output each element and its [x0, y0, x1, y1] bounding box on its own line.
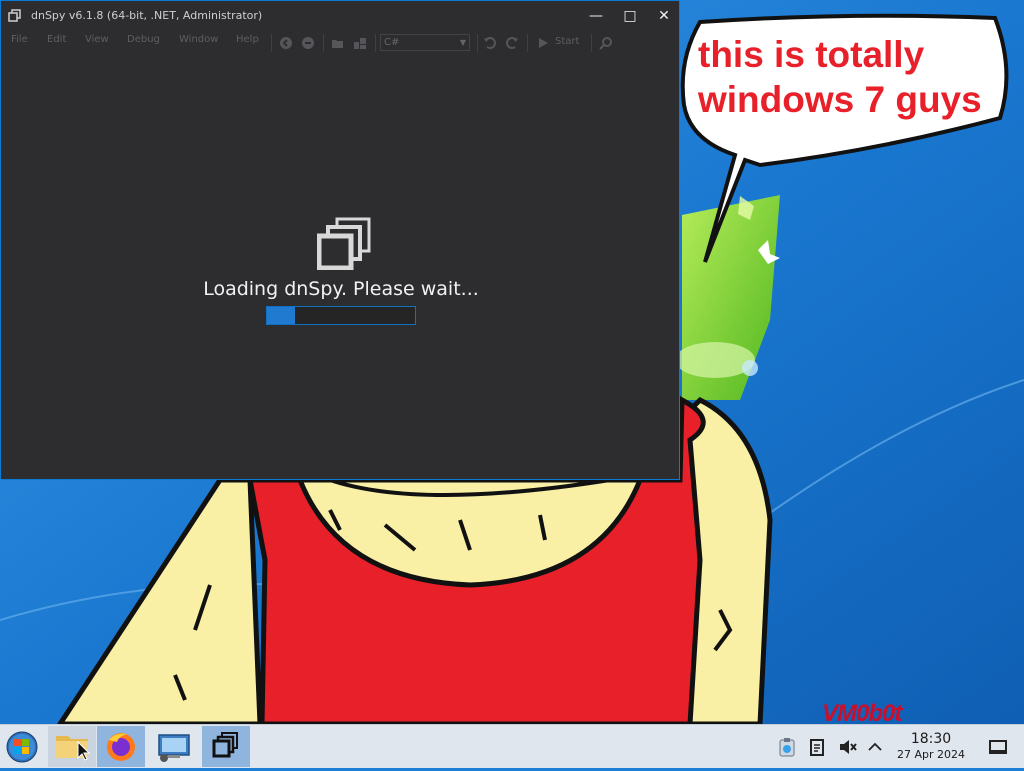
menu-debug[interactable]: Debug: [127, 34, 160, 45]
volume-muted-icon[interactable]: [838, 737, 858, 757]
minimize-button[interactable]: —: [579, 1, 613, 31]
show-hidden-icon[interactable]: [866, 737, 884, 757]
progress-fill: [267, 307, 296, 324]
toolbar-separator: [477, 34, 478, 52]
remote-desktop-icon: [158, 734, 190, 762]
open-icon[interactable]: [331, 36, 345, 50]
language-value: C#: [384, 37, 400, 48]
open-list-icon[interactable]: [353, 36, 367, 50]
toolbar-separator: [591, 34, 592, 52]
clock-date[interactable]: 27 Apr 2024: [890, 748, 972, 761]
file-explorer-icon: [56, 736, 91, 761]
desktop-icon[interactable]: [988, 737, 1008, 757]
back-icon[interactable]: [279, 36, 293, 50]
start-button[interactable]: [0, 726, 48, 767]
toolbar-separator: [323, 34, 324, 52]
dnspy-icon: [212, 732, 238, 758]
taskbar: 18:30 27 Apr 2024: [0, 724, 1024, 768]
loading-message: Loading dnSpy. Please wait...: [203, 278, 479, 300]
chevron-down-icon: ▼: [459, 38, 466, 47]
search-icon[interactable]: [599, 36, 613, 50]
speech-bubble-text: this is totally windows 7 guys: [698, 34, 982, 120]
taskbar-remote-desktop[interactable]: [150, 726, 198, 767]
forward-icon[interactable]: [301, 36, 315, 50]
notes-icon[interactable]: [808, 737, 826, 757]
clock-time[interactable]: 18:30: [890, 731, 972, 747]
dnspy-app-icon: [8, 9, 21, 22]
menu-help[interactable]: Help: [236, 34, 259, 45]
undo-icon[interactable]: [483, 36, 497, 50]
dnspy-window[interactable]: dnSpy v6.1.8 (64-bit, .NET, Administrato…: [0, 0, 680, 480]
dnspy-logo-icon: [317, 217, 371, 270]
menu-toolbar: File Edit View Debug Window Help C# ▼ St…: [1, 31, 679, 53]
taskbar-firefox[interactable]: [97, 726, 145, 767]
window-title: dnSpy v6.1.8 (64-bit, .NET, Administrato…: [31, 9, 263, 22]
taskbar-dnspy[interactable]: [202, 726, 250, 767]
redo-icon[interactable]: [505, 36, 519, 50]
maximize-button[interactable]: □: [613, 1, 647, 31]
menu-view[interactable]: View: [85, 34, 109, 45]
loading-progress-bar: [266, 306, 416, 325]
start-icon[interactable]: [536, 36, 550, 50]
start-orb-icon: [6, 731, 38, 763]
taskbar-file-explorer[interactable]: [48, 726, 96, 767]
toolbar-separator: [271, 34, 272, 52]
title-bar[interactable]: dnSpy v6.1.8 (64-bit, .NET, Administrato…: [1, 1, 679, 31]
close-button[interactable]: ✕: [647, 1, 681, 31]
clipboard-icon[interactable]: [778, 737, 796, 757]
menu-window[interactable]: Window: [179, 34, 218, 45]
toolbar-separator: [375, 34, 376, 52]
language-dropdown[interactable]: C# ▼: [380, 34, 470, 51]
wallpaper-signature: VM0b0t: [822, 700, 902, 724]
firefox-icon: [107, 733, 135, 761]
menu-file[interactable]: File: [11, 34, 28, 45]
toolbar-separator: [527, 34, 528, 52]
start-button-label[interactable]: Start: [555, 36, 579, 47]
menu-edit[interactable]: Edit: [47, 34, 66, 45]
